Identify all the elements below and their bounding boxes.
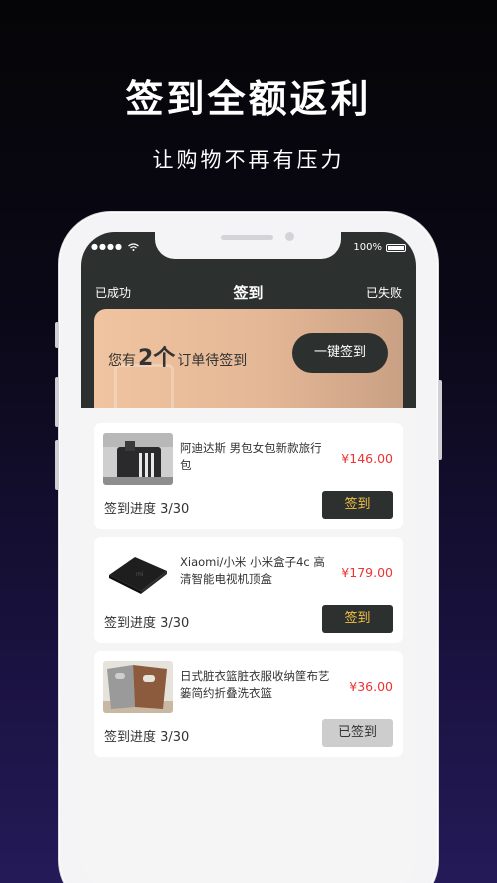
product-image-basket bbox=[103, 661, 173, 713]
power-button bbox=[438, 380, 442, 460]
volume-down-button bbox=[55, 440, 59, 490]
phone-screen: ●●●● 100% 已成功 签到 已失败 您有2个 订单待签到 一键签到 阿迪达… bbox=[81, 232, 416, 883]
sign-progress: 签到进度 3/30 bbox=[104, 730, 190, 745]
sign-button[interactable]: 签到 bbox=[322, 491, 393, 519]
tab-failed[interactable]: 已失败 bbox=[366, 284, 402, 301]
signed-button[interactable]: 已签到 bbox=[322, 719, 393, 747]
order-card: 日式脏衣篮脏衣服收纳筐布艺篓简约折叠洗衣篮 ¥36.00 签到进度 3/30 已… bbox=[94, 651, 403, 757]
pending-banner: 您有2个 订单待签到 一键签到 bbox=[94, 309, 403, 408]
volume-up-button bbox=[55, 377, 59, 427]
product-name[interactable]: 阿迪达斯 男包女包新款旅行包 bbox=[180, 440, 330, 474]
product-name[interactable]: Xiaomi/小米 小米盒子4c 高清智能电视机顶盒 bbox=[180, 554, 330, 588]
battery-percent: 100% bbox=[353, 242, 382, 253]
sign-all-button[interactable]: 一键签到 bbox=[292, 333, 388, 373]
promo-subline: 让购物不再有压力 bbox=[152, 148, 345, 172]
product-price: ¥179.00 bbox=[341, 565, 393, 580]
mute-switch bbox=[55, 322, 59, 348]
product-price: ¥146.00 bbox=[341, 451, 393, 466]
signal-strength-icon: ●●●● bbox=[91, 242, 140, 251]
pending-count: 2个 bbox=[138, 346, 176, 371]
wifi-icon bbox=[128, 242, 140, 251]
sign-button[interactable]: 签到 bbox=[322, 605, 393, 633]
speaker-grille bbox=[221, 235, 273, 240]
phone-frame: ●●●● 100% 已成功 签到 已失败 您有2个 订单待签到 一键签到 阿迪达… bbox=[55, 212, 442, 883]
phone-notch bbox=[155, 232, 341, 259]
product-price: ¥36.00 bbox=[349, 679, 393, 694]
order-card: mi Xiaomi/小米 小米盒子4c 高清智能电视机顶盒 ¥179.00 签到… bbox=[94, 537, 403, 643]
pending-count-text: 您有2个 订单待签到 bbox=[108, 346, 248, 371]
sign-progress: 签到进度 3/30 bbox=[104, 502, 190, 517]
nav-bar: 已成功 签到 已失败 bbox=[81, 282, 416, 302]
svg-text:mi: mi bbox=[136, 571, 144, 578]
product-image-bag bbox=[103, 433, 173, 485]
product-image-tvbox: mi bbox=[103, 547, 173, 599]
battery-status: 100% bbox=[353, 242, 406, 253]
front-camera bbox=[285, 232, 294, 241]
sign-progress: 签到进度 3/30 bbox=[104, 616, 190, 631]
battery-icon bbox=[386, 243, 406, 252]
product-name[interactable]: 日式脏衣篮脏衣服收纳筐布艺篓简约折叠洗衣篮 bbox=[180, 668, 330, 702]
order-card: 阿迪达斯 男包女包新款旅行包 ¥146.00 签到进度 3/30 签到 bbox=[94, 423, 403, 529]
promo-headline: 签到全额返利 bbox=[125, 77, 372, 121]
